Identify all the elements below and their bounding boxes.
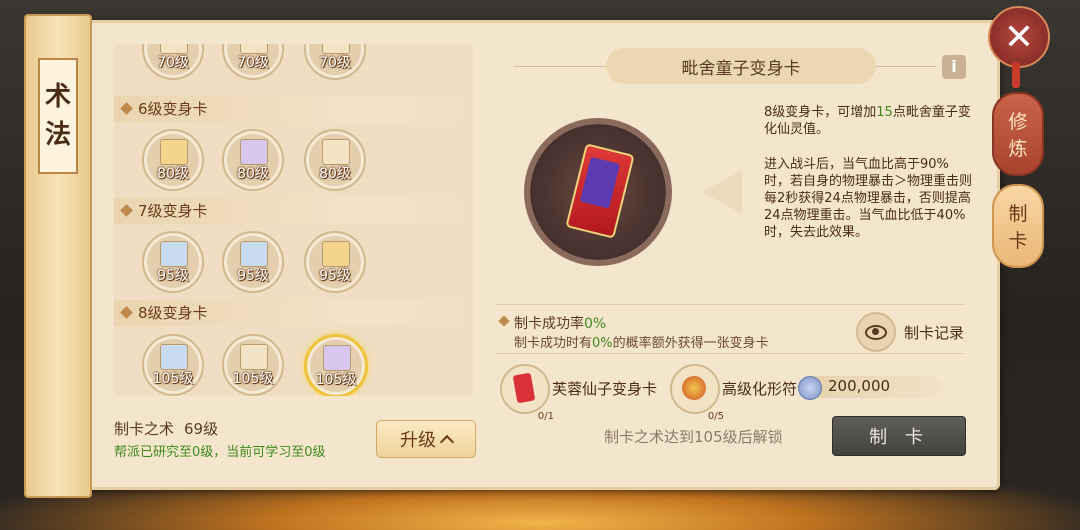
material-slot-talisman[interactable]: 0/5 bbox=[670, 364, 724, 422]
success-rate: 制卡成功率0% bbox=[514, 313, 606, 333]
material-name: 芙蓉仙子变身卡 bbox=[552, 380, 658, 398]
tab-char: 修 bbox=[1008, 111, 1028, 133]
card-icon bbox=[160, 139, 188, 165]
tab-cultivate[interactable]: 修 炼 bbox=[992, 92, 1044, 176]
card-item[interactable]: 80级 bbox=[142, 129, 204, 191]
upgrade-button[interactable]: 升级 bbox=[376, 420, 476, 458]
card-level: 105级 bbox=[152, 371, 194, 387]
success-bonus-note: 制卡成功时有0%的概率额外获得一张变身卡 bbox=[514, 332, 769, 351]
description-line-1: 8级变身卡，可增加15点毗舍童子变化仙灵值。 bbox=[764, 104, 974, 138]
card-item[interactable]: 70级 bbox=[222, 44, 284, 80]
tassel-decoration bbox=[1012, 62, 1020, 88]
tab-char: 炼 bbox=[1008, 138, 1028, 160]
diamond-icon bbox=[120, 204, 133, 217]
section-title: 术 法 bbox=[38, 58, 78, 174]
card-item[interactable]: 95级 bbox=[142, 231, 204, 293]
card-level: 105级 bbox=[315, 372, 357, 388]
card-item[interactable]: 95级 bbox=[304, 231, 366, 293]
card-level: 80级 bbox=[157, 166, 189, 182]
description-text: 8级变身卡，可增加 bbox=[764, 105, 877, 120]
card-title: 毗舍童子变身卡 bbox=[606, 48, 876, 84]
info-icon[interactable]: i bbox=[942, 55, 966, 79]
description-line-2: 进入战斗后，当气血比高于90%时，若自身的物理暴击＞物理重击则每2秒获得24点物… bbox=[764, 157, 973, 240]
card-item[interactable]: 70级 bbox=[304, 44, 366, 80]
transform-card-icon bbox=[512, 372, 536, 404]
card-item[interactable]: 95级 bbox=[222, 231, 284, 293]
card-item-selected[interactable]: 105级 bbox=[304, 334, 368, 396]
card-level: 95级 bbox=[319, 268, 351, 284]
group-header-6: 6级变身卡 bbox=[114, 96, 474, 122]
card-item[interactable]: 80级 bbox=[222, 129, 284, 191]
eye-icon bbox=[856, 312, 896, 352]
bonus-text: 制卡成功时有 bbox=[514, 336, 593, 351]
skill-level: 69级 bbox=[184, 420, 219, 438]
upgrade-label: 升级 bbox=[400, 430, 436, 451]
title-divider-right bbox=[876, 66, 936, 67]
bonus-text: 的概率额外获得一张变身卡 bbox=[612, 336, 769, 351]
card-list[interactable]: 70级 70级 70级 6级变身卡 80级 80级 80级 7级变身卡 95级 … bbox=[114, 44, 474, 396]
research-note: 帮派已研究至0级，当前可学习至0级 bbox=[114, 445, 326, 460]
card-icon bbox=[240, 344, 268, 370]
card-item[interactable]: 105级 bbox=[222, 334, 284, 396]
card-level: 95级 bbox=[237, 268, 269, 284]
card-icon bbox=[322, 241, 350, 267]
card-level: 80级 bbox=[319, 166, 351, 182]
success-label: 制卡成功率 bbox=[514, 316, 584, 332]
skill-info: 制卡之术 69级 bbox=[114, 418, 218, 439]
section-title-banner: 术 法 bbox=[24, 14, 92, 498]
card-icon bbox=[240, 139, 268, 165]
make-card-button[interactable]: 制 卡 bbox=[832, 416, 966, 456]
card-level: 70级 bbox=[237, 55, 269, 71]
card-level: 70级 bbox=[319, 55, 351, 71]
demon-face-icon bbox=[579, 156, 621, 209]
cost-value: 200,000 bbox=[828, 377, 891, 395]
material-name: 高级化形符 bbox=[722, 380, 798, 398]
unlock-requirement: 制卡之术达到105级后解锁 bbox=[604, 428, 783, 446]
card-level: 70级 bbox=[157, 55, 189, 71]
record-button[interactable]: 制卡记录 bbox=[856, 312, 964, 352]
group-title: 8级变身卡 bbox=[138, 304, 208, 322]
card-icon bbox=[322, 139, 350, 165]
section-title-char-1: 术 bbox=[44, 82, 71, 112]
card-level: 95级 bbox=[157, 268, 189, 284]
diamond-icon bbox=[120, 102, 133, 115]
group-title: 7级变身卡 bbox=[138, 202, 208, 220]
card-item[interactable]: 105级 bbox=[142, 334, 204, 396]
close-button[interactable]: ✕ bbox=[988, 6, 1050, 68]
group-title: 6级变身卡 bbox=[138, 100, 208, 118]
group-header-7: 7级变身卡 bbox=[114, 198, 474, 224]
title-divider-left bbox=[514, 66, 606, 67]
card-level: 80级 bbox=[237, 166, 269, 182]
silver-coin-icon bbox=[798, 376, 822, 400]
decorative-arrow bbox=[702, 170, 742, 214]
tab-make-card[interactable]: 制 卡 bbox=[992, 184, 1044, 268]
tab-char: 制 bbox=[1008, 203, 1028, 225]
record-label: 制卡记录 bbox=[904, 323, 965, 342]
tab-char: 卡 bbox=[1008, 230, 1028, 252]
diamond-icon bbox=[120, 306, 133, 319]
section-title-char-2: 法 bbox=[44, 120, 71, 150]
talisman-icon bbox=[682, 376, 706, 400]
success-rate-value: 0% bbox=[584, 316, 607, 332]
card-icon bbox=[240, 241, 268, 267]
card-description: 8级变身卡，可增加15点毗舍童子变化仙灵值。 进入战斗后，当气血比高于90%时，… bbox=[764, 104, 974, 259]
chevron-up-icon bbox=[439, 434, 455, 449]
card-item[interactable]: 80级 bbox=[304, 129, 366, 191]
group-header-8: 8级变身卡 bbox=[114, 300, 474, 326]
material-count: 0/5 bbox=[707, 411, 724, 422]
bonus-rate: 0% bbox=[592, 336, 613, 351]
material-slot-card[interactable]: 0/1 bbox=[500, 364, 554, 422]
card-icon bbox=[323, 345, 351, 371]
skill-name: 制卡之术 bbox=[114, 420, 175, 438]
card-icon bbox=[160, 344, 188, 370]
material-count: 0/1 bbox=[537, 411, 554, 422]
value-highlight: 15 bbox=[876, 105, 893, 120]
card-item[interactable]: 70级 bbox=[142, 44, 204, 80]
card-level: 105级 bbox=[232, 371, 274, 387]
card-icon bbox=[160, 241, 188, 267]
